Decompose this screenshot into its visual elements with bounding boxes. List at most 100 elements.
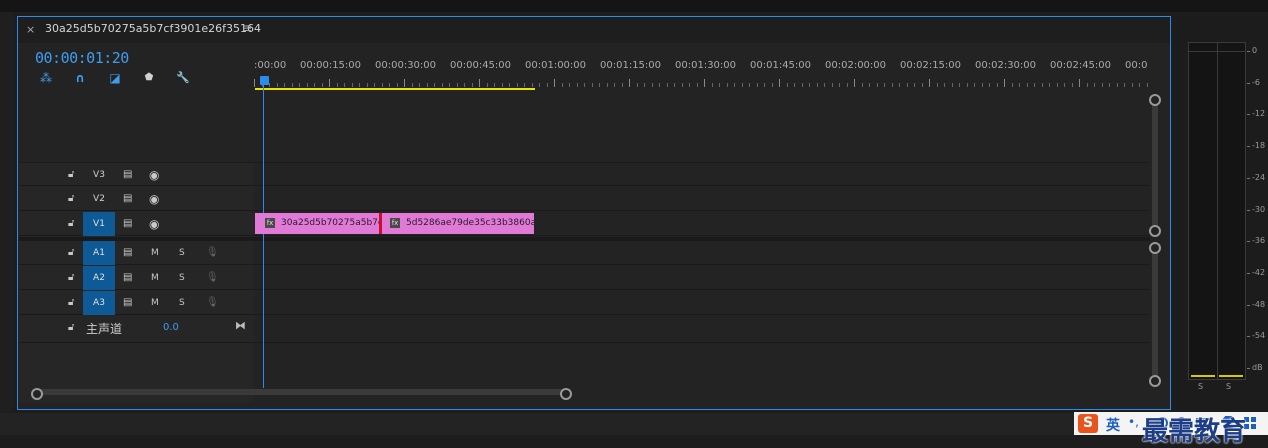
eye-icon[interactable]: ◉	[149, 212, 159, 236]
track-lock-icon[interactable]: 🔓︎	[68, 187, 74, 211]
sequence-tab-title[interactable]: 30a25d5b70275a5b7cf3901e26f35164	[45, 22, 261, 35]
voiceover-microphone-icon[interactable]: 🎙︎	[206, 241, 219, 265]
mute-button[interactable]: M	[151, 291, 159, 315]
ruler-tick	[1146, 83, 1148, 87]
voiceover-microphone-icon[interactable]: 🎙︎	[206, 266, 219, 290]
sogou-logo-icon[interactable]: S	[1078, 414, 1098, 433]
playhead-timecode[interactable]: 00:00:01:20	[35, 49, 129, 67]
clip-label: 5d5286ae79de35c33b3860aa	[406, 218, 534, 228]
wrench-icon[interactable]: 🔧	[175, 70, 191, 86]
ruler-tick	[839, 83, 840, 87]
meter-scale-label: -12	[1252, 109, 1266, 119]
mute-button[interactable]: M	[151, 266, 159, 290]
linked-selection-icon[interactable]: ◪	[107, 70, 123, 86]
master-volume-value[interactable]: 0.0	[163, 322, 179, 333]
track-lock-icon[interactable]: 🔓︎	[68, 291, 74, 315]
scroll-handle[interactable]	[31, 388, 43, 400]
ime-punctuation-toggle[interactable]: •,	[1128, 415, 1139, 429]
video-clip-2[interactable]: fx 5d5286ae79de35c33b3860aa	[382, 213, 534, 234]
video-vertical-scrollbar[interactable]	[1152, 98, 1158, 231]
solo-button[interactable]: S	[179, 291, 185, 315]
playhead-line	[263, 83, 264, 388]
scroll-handle[interactable]	[1149, 225, 1161, 237]
meter-scale-label: -36	[1252, 236, 1266, 246]
track-target-a3[interactable]: A3	[83, 291, 115, 315]
scroll-handle[interactable]	[1149, 94, 1161, 106]
panel-menu-icon[interactable]: ≡	[242, 21, 252, 35]
ruler-tick	[749, 83, 750, 87]
ruler-tick	[651, 83, 653, 87]
master-track[interactable]: 🔓︎ 主声道 0.0 ⧓	[19, 316, 1150, 343]
ruler-tick	[276, 83, 278, 87]
ruler-tick	[539, 83, 540, 87]
track-target-v3[interactable]: V3	[83, 163, 115, 187]
ruler-tick	[456, 83, 458, 87]
go-to-edit-point-icon[interactable]: ⧓	[235, 319, 246, 332]
sync-lock-icon[interactable]: ▤	[123, 266, 132, 290]
track-target-v2[interactable]: V2	[83, 187, 115, 211]
track-lock-icon[interactable]: 🔓︎	[68, 266, 74, 290]
ruler-tick	[1004, 79, 1005, 87]
ruler-tick	[1056, 83, 1058, 87]
solo-button[interactable]: S	[179, 241, 185, 265]
ruler-tick	[1019, 83, 1020, 87]
meter-solo-button[interactable]: S	[1226, 382, 1231, 391]
track-lock-icon[interactable]: 🔓︎	[68, 163, 74, 187]
video-track-v2[interactable]: 🔓︎ V2 ▤ ◉	[19, 187, 1150, 211]
eye-icon[interactable]: ◉	[149, 187, 159, 211]
ime-language-toggle[interactable]: 英	[1106, 415, 1120, 435]
sync-lock-icon[interactable]: ▤	[123, 291, 132, 315]
voiceover-microphone-icon[interactable]: 🎙︎	[206, 291, 219, 315]
scroll-handle[interactable]	[560, 388, 572, 400]
ruler-tick-label: 00:01:45:00	[750, 60, 812, 71]
meter-level-right	[1219, 375, 1243, 377]
add-marker-icon[interactable]: ⬟	[141, 70, 157, 86]
close-tab-icon[interactable]: ×	[26, 23, 35, 36]
ruler-tick	[524, 83, 525, 87]
snap-magnet-icon[interactable]: ∩	[72, 70, 88, 86]
time-ruler[interactable]: :00:00 00:00:15:00 00:00:30:00 00:00:45:00 0…	[254, 43, 1150, 91]
audio-track-a2[interactable]: 🔓︎ A2 ▤ M S 🎙︎	[19, 266, 1150, 290]
track-target-v1[interactable]: V1	[83, 212, 115, 236]
mute-button[interactable]: M	[151, 241, 159, 265]
fx-badge-icon: fx	[390, 217, 400, 228]
playhead-handle[interactable]	[260, 76, 269, 85]
meter-scale-tick	[1247, 272, 1250, 274]
meter-solo-button[interactable]: S	[1198, 382, 1203, 391]
audio-vertical-scrollbar[interactable]	[1152, 247, 1158, 381]
meter-scale-tick	[1247, 209, 1250, 211]
eye-icon[interactable]: ◉	[149, 163, 159, 187]
ruler-tick	[1064, 83, 1065, 87]
audio-track-a1[interactable]: 🔓︎ A1 ▤ M S 🎙︎	[19, 241, 1150, 265]
scroll-handle[interactable]	[1149, 242, 1161, 254]
solo-button[interactable]: S	[179, 266, 185, 290]
ruler-tick-label: :00:00	[254, 60, 287, 71]
audio-track-a3[interactable]: 🔓︎ A3 ▤ M S 🎙︎	[19, 291, 1150, 315]
meter-scale-tick	[1247, 82, 1250, 84]
work-area-bar[interactable]	[255, 88, 535, 90]
sync-lock-icon[interactable]: ▤	[123, 212, 132, 236]
track-lock-icon[interactable]: 🔓︎	[68, 212, 74, 236]
ruler-tick	[1139, 83, 1140, 87]
ruler-tick	[516, 83, 518, 87]
fx-badge-icon: fx	[265, 217, 275, 228]
meter-scale-label: -24	[1252, 172, 1266, 182]
ruler-tick	[629, 79, 630, 87]
video-clip-1[interactable]: fx 30a25d5b70275a5b7cf	[255, 213, 379, 234]
ruler-tick	[591, 83, 593, 87]
track-lock-icon[interactable]: 🔓︎	[68, 316, 74, 340]
scroll-handle[interactable]	[1149, 375, 1161, 387]
ruler-tick	[1124, 83, 1125, 87]
insert-nest-icon[interactable]: ⁂	[38, 70, 54, 86]
sync-lock-icon[interactable]: ▤	[123, 241, 132, 265]
ruler-tick	[756, 83, 758, 87]
sync-lock-icon[interactable]: ▤	[123, 163, 132, 187]
ruler-tick-label: 00:02:00:00	[825, 60, 887, 71]
video-track-v1[interactable]: 🔓︎ V1 ▤ ◉	[19, 212, 1150, 236]
sync-lock-icon[interactable]: ▤	[123, 187, 132, 211]
track-lock-icon[interactable]: 🔓︎	[68, 241, 74, 265]
video-track-v3[interactable]: 🔓︎ V3 ▤ ◉	[19, 162, 1150, 186]
track-target-a2[interactable]: A2	[83, 266, 115, 290]
horizontal-scrollbar[interactable]	[36, 389, 566, 395]
track-target-a1[interactable]: A1	[83, 241, 115, 265]
